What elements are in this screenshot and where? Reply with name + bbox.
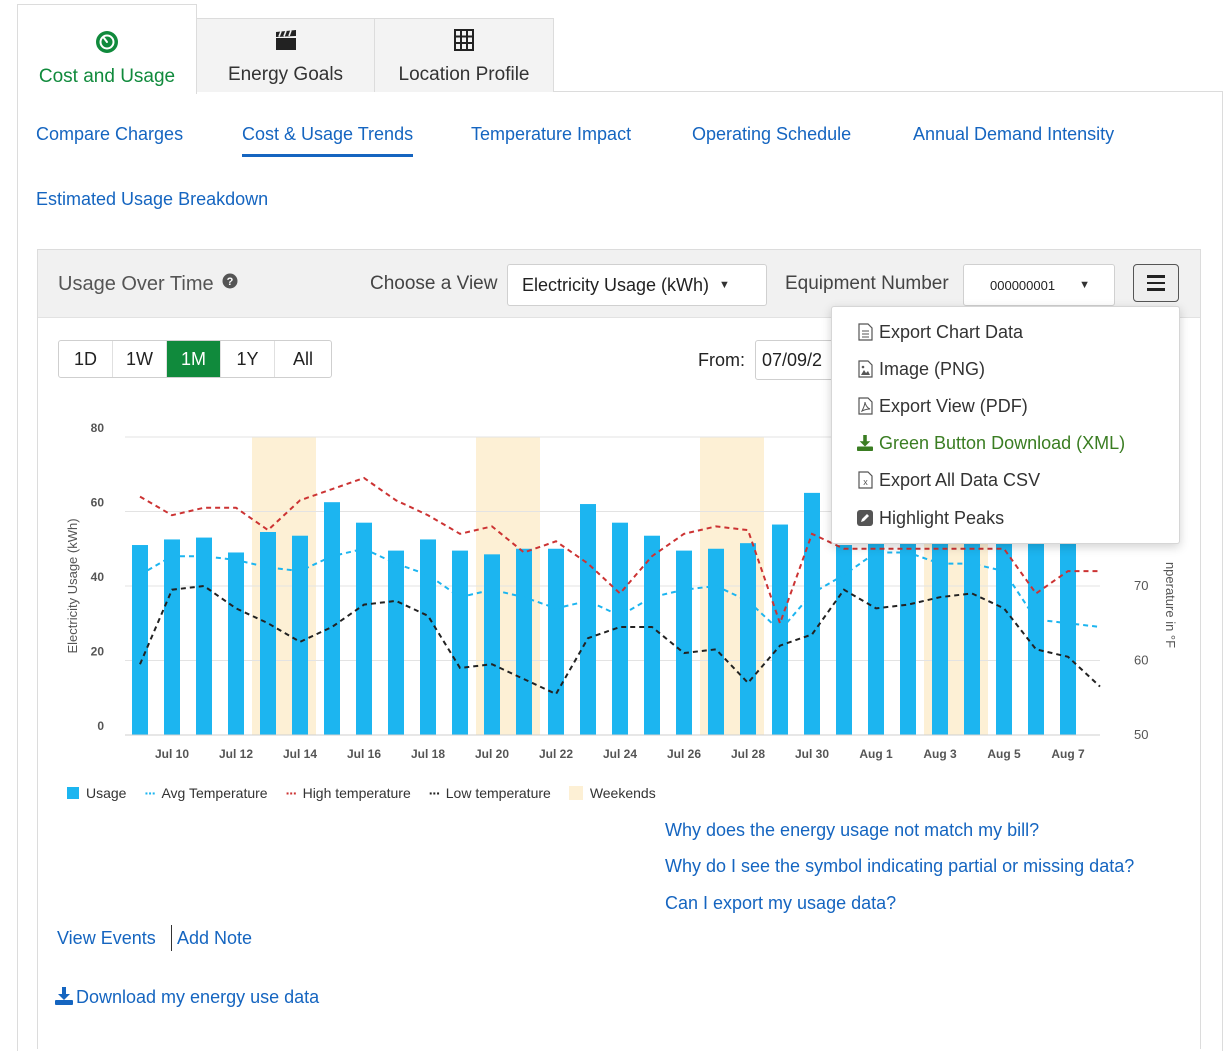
subtab-operating-schedule[interactable]: Operating Schedule [692,124,851,145]
faq-partial-missing-data[interactable]: Why do I see the symbol indicating parti… [665,856,1134,877]
menu-item-label: Image (PNG) [879,358,986,379]
tab-energy-goals[interactable]: Energy Goals [196,18,375,92]
pencil-square-icon [856,509,874,527]
subtab-label: Cost & Usage Trends [242,124,414,144]
svg-text:?: ? [227,276,234,288]
clapperboard-icon [274,28,298,58]
caret-down-icon: ▼ [1079,279,1090,291]
tab-label: Energy Goals [227,64,344,85]
subtab-compare-charges[interactable]: Compare Charges [36,124,183,145]
download-icon [856,434,874,452]
subtab-estimated-usage-breakdown[interactable]: Estimated Usage Breakdown [36,189,268,210]
legend-weekends[interactable]: Weekends [568,785,656,801]
legend-high-temperature[interactable]: ··· High temperature [286,785,411,801]
active-tab-underline [242,154,414,157]
tab-location-profile[interactable]: Location Profile [374,18,554,92]
highlight-peaks-item[interactable]: Highlight Peaks [856,503,1004,533]
tab-label: Location Profile [398,64,530,85]
menu-item-label: Export Chart Data [879,321,1024,342]
card-title: Usage Over Time ? [58,273,238,296]
chart-menu-button[interactable] [1133,264,1179,302]
download-icon [54,987,74,1010]
from-label: From: [698,350,745,370]
weekend-swatch [568,786,583,800]
image-file-icon [856,360,874,378]
subtab-annual-demand-intensity[interactable]: Annual Demand Intensity [913,124,1114,145]
hamburger-icon-bar [1147,281,1165,285]
faq-export-usage-data[interactable]: Can I export my usage data? [665,893,896,914]
download-label: Download my energy use data [76,987,320,1007]
caret-down-icon: ▼ [719,279,730,291]
range-1y-button[interactable]: 1Y [221,341,275,377]
legend-dots: ··· [428,785,441,801]
svg-text:x: x [863,477,868,487]
hamburger-icon-bar [1147,275,1165,278]
view-select[interactable]: Electricity Usage (kWh) ▼ [507,264,767,306]
legend-label: High temperature [302,785,411,801]
subtab-cost-usage-trends[interactable]: Cost & Usage Trends [242,124,414,157]
chart-legend: Usage ··· Avg Temperature ··· High tempe… [67,785,674,801]
range-all-button[interactable]: All [275,341,331,377]
question-circle-icon[interactable]: ? [222,272,238,295]
export-menu: Export Chart Data Image (PNG) Export Vie… [831,306,1180,544]
download-energy-data-link[interactable]: Download my energy use data [54,987,319,1010]
view-select-value: Electricity Usage (kWh) [522,274,710,295]
legend-low-temperature[interactable]: ··· Low temperature [429,785,551,801]
building-icon [452,28,476,58]
export-view-pdf-item[interactable]: Export View (PDF) [856,391,1028,421]
view-events-link[interactable]: View Events [57,928,156,949]
gauge-icon [95,30,119,60]
equipment-select-value: 000000001 [990,277,1056,293]
equipment-label: Equipment Number [785,273,949,294]
legend-label: Usage [86,785,127,801]
export-all-data-csv-item[interactable]: x Export All Data CSV [856,465,1040,495]
link-divider [171,925,172,951]
document-icon [856,323,874,341]
add-note-link[interactable]: Add Note [177,928,252,949]
export-image-png-item[interactable]: Image (PNG) [856,354,985,384]
legend-dots: ··· [144,785,156,801]
subtab-temperature-impact[interactable]: Temperature Impact [471,124,631,145]
range-1w-button[interactable]: 1W [113,341,167,377]
tab-label: Cost and Usage [38,66,176,87]
menu-item-label: Highlight Peaks [879,507,1005,528]
legend-label: Low temperature [445,785,551,801]
range-selector: 1D 1W 1M 1Y All [58,340,332,378]
excel-file-icon: x [856,471,874,489]
green-button-download-item[interactable]: Green Button Download (XML) [856,428,1125,458]
usage-swatch [67,787,79,799]
card-title-text: Usage Over Time [58,273,214,295]
tab-cost-and-usage[interactable]: Cost and Usage [17,4,197,94]
view-label: Choose a View [370,273,498,294]
range-1m-button[interactable]: 1M [167,341,221,377]
legend-label: Weekends [589,785,656,801]
menu-item-label: Export View (PDF) [879,395,1028,416]
legend-usage[interactable]: Usage [67,785,126,801]
menu-item-label: Export All Data CSV [879,469,1041,490]
range-1d-button[interactable]: 1D [59,341,113,377]
export-chart-data-item[interactable]: Export Chart Data [856,317,1023,347]
hamburger-icon-bar [1147,288,1165,291]
equipment-select[interactable]: 000000001 ▼ [963,264,1115,306]
menu-item-label: Green Button Download (XML) [879,432,1126,453]
pdf-file-icon [856,397,874,415]
legend-avg-temperature[interactable]: ··· Avg Temperature [144,785,267,801]
faq-usage-not-match-bill[interactable]: Why does the energy usage not match my b… [665,820,1039,841]
legend-label: Avg Temperature [161,785,268,801]
legend-dots: ··· [285,785,298,801]
